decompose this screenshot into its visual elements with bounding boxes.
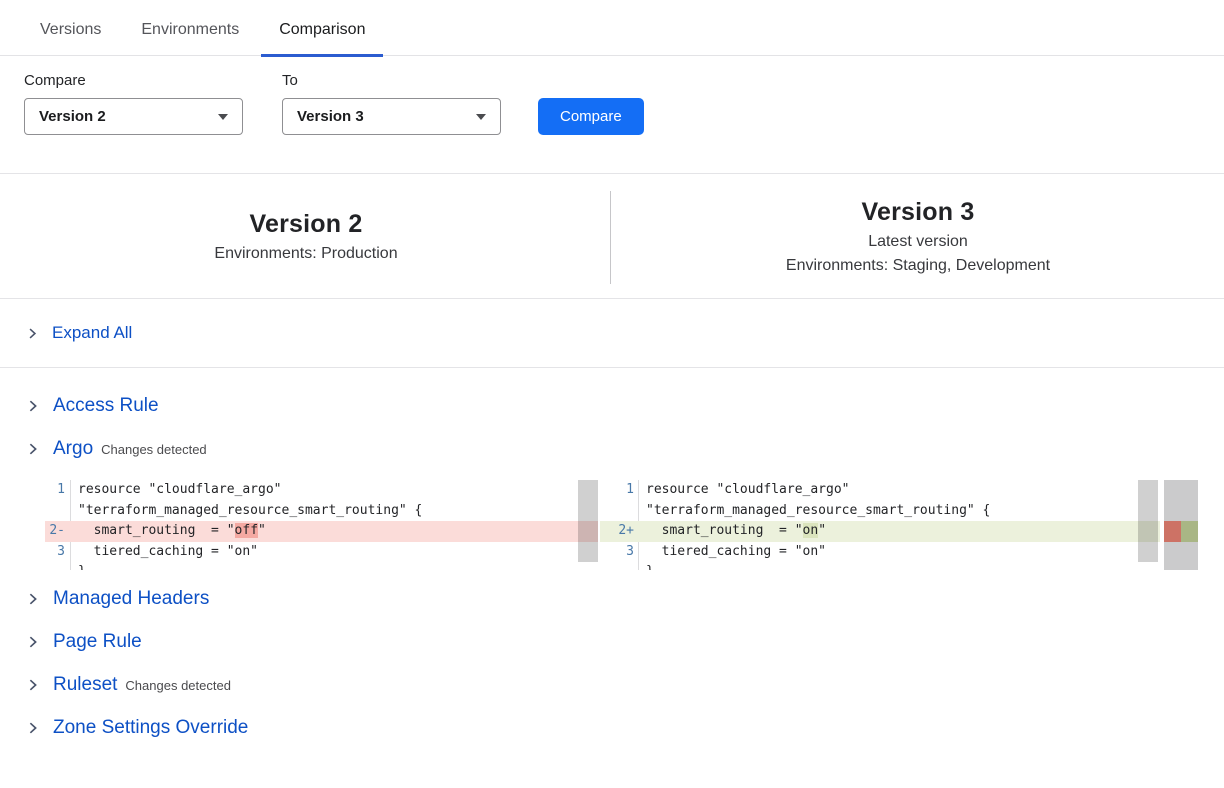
section-label: Access Rule	[53, 395, 159, 417]
section-label: Argo	[53, 438, 93, 460]
chevron-down-icon	[218, 114, 228, 120]
diff-line: 1 resource "cloudflare_argo"	[600, 480, 1160, 501]
section-label: Managed Headers	[53, 588, 209, 610]
expand-all-label: Expand All	[52, 323, 132, 343]
added-token: on	[803, 523, 819, 538]
tab-bar: Versions Environments Comparison	[0, 0, 1224, 56]
vertical-divider	[610, 191, 611, 284]
version-left-panel: Version 2 Environments: Production	[0, 174, 612, 298]
compare-version-select[interactable]: Version 2	[24, 98, 243, 135]
line-number: 3	[600, 542, 639, 563]
line-number: 3	[45, 542, 71, 563]
diff-line-wrap: "terraform_managed_resource_smart_routin…	[600, 501, 1160, 522]
diff-right-pane[interactable]: 1 resource "cloudflare_argo" "terraform_…	[600, 480, 1160, 570]
to-version-value: Version 3	[297, 108, 364, 125]
scrollbar-thumb[interactable]	[578, 480, 598, 562]
tab-comparison[interactable]: Comparison	[261, 21, 383, 57]
code-text: resource "cloudflare_argo"	[71, 480, 598, 501]
line-number: 1	[600, 480, 639, 501]
version-right-panel: Version 3 Latest version Environments: S…	[612, 174, 1224, 298]
diff-left-pane[interactable]: 1 resource "cloudflare_argo" "terraform_…	[45, 480, 598, 570]
to-field: To Version 3	[282, 72, 501, 135]
changes-detected-badge: Changes detected	[101, 442, 207, 457]
code-text: "terraform_managed_resource_smart_routin…	[639, 501, 1160, 522]
section-argo[interactable]: Argo Changes detected	[0, 437, 1224, 461]
diff-line: 1 resource "cloudflare_argo"	[45, 480, 598, 501]
removed-token: off	[235, 523, 258, 538]
chevron-right-icon	[26, 592, 40, 606]
version-right-title: Version 3	[862, 198, 975, 227]
line-number	[45, 562, 71, 570]
diff-line-removed: 2- smart_routing = "off"	[45, 521, 598, 542]
chevron-right-icon	[26, 327, 39, 340]
code-text: "terraform_managed_resource_smart_routin…	[71, 501, 598, 522]
diff-line-wrap: "terraform_managed_resource_smart_routin…	[45, 501, 598, 522]
scrollbar-thumb[interactable]	[1138, 480, 1158, 562]
expand-all-button[interactable]: Expand All	[0, 299, 1224, 368]
minimap-added-marker	[1181, 521, 1198, 542]
diff-line-added: 2+ smart_routing = "on"	[600, 521, 1160, 542]
version-right-note: Latest version	[868, 233, 968, 251]
chevron-right-icon	[26, 399, 40, 413]
line-number: 2-	[45, 521, 71, 542]
section-page-rule[interactable]: Page Rule	[0, 630, 1224, 654]
code-text: resource "cloudflare_argo"	[639, 480, 1160, 501]
version-left-environments: Environments: Production	[214, 245, 397, 263]
code-text: }	[639, 562, 1160, 570]
line-number: 2+	[600, 521, 639, 542]
section-label: Zone Settings Override	[53, 717, 248, 739]
chevron-right-icon	[26, 442, 40, 456]
section-zone-settings-override[interactable]: Zone Settings Override	[0, 716, 1224, 740]
diff-line: 3 tiered_caching = "on"	[45, 542, 598, 563]
code-text: smart_routing = "on"	[639, 521, 1160, 542]
to-field-label: To	[282, 72, 501, 89]
diff-line: 3 tiered_caching = "on"	[600, 542, 1160, 563]
compare-form: Compare Version 2 To Version 3 Compare	[24, 72, 1224, 135]
diff-minimap[interactable]	[1164, 480, 1198, 570]
code-text: tiered_caching = "on"	[639, 542, 1160, 563]
compare-field-label: Compare	[24, 72, 243, 89]
line-number	[600, 562, 639, 570]
chevron-right-icon	[26, 721, 40, 735]
section-managed-headers[interactable]: Managed Headers	[0, 587, 1224, 611]
line-number: 1	[45, 480, 71, 501]
line-number	[45, 501, 71, 522]
minimap-change-marker	[1164, 521, 1198, 542]
tab-versions[interactable]: Versions	[22, 21, 119, 55]
minimap-removed-marker	[1164, 521, 1181, 542]
line-number	[600, 501, 639, 522]
to-version-select[interactable]: Version 3	[282, 98, 501, 135]
comparison-page: Versions Environments Comparison Compare…	[0, 0, 1224, 788]
compare-version-value: Version 2	[39, 108, 106, 125]
version-header: Version 2 Environments: Production Versi…	[0, 173, 1224, 299]
argo-diff: 1 resource "cloudflare_argo" "terraform_…	[45, 480, 1224, 570]
compare-button[interactable]: Compare	[538, 98, 644, 135]
chevron-down-icon	[476, 114, 486, 120]
chevron-right-icon	[26, 635, 40, 649]
section-access-rule[interactable]: Access Rule	[0, 394, 1224, 418]
diff-line-partial: }	[45, 562, 598, 570]
code-text: tiered_caching = "on"	[71, 542, 598, 563]
code-text: smart_routing = "off"	[71, 521, 598, 542]
compare-field: Compare Version 2	[24, 72, 243, 135]
tab-environments[interactable]: Environments	[123, 21, 257, 55]
version-right-environments: Environments: Staging, Development	[786, 257, 1050, 275]
section-label: Ruleset	[53, 674, 117, 696]
chevron-right-icon	[26, 678, 40, 692]
diff-line-partial: }	[600, 562, 1160, 570]
section-label: Page Rule	[53, 631, 142, 653]
version-left-title: Version 2	[250, 210, 363, 239]
code-text: }	[71, 562, 598, 570]
changes-detected-badge: Changes detected	[125, 678, 231, 693]
section-ruleset[interactable]: Ruleset Changes detected	[0, 673, 1224, 697]
